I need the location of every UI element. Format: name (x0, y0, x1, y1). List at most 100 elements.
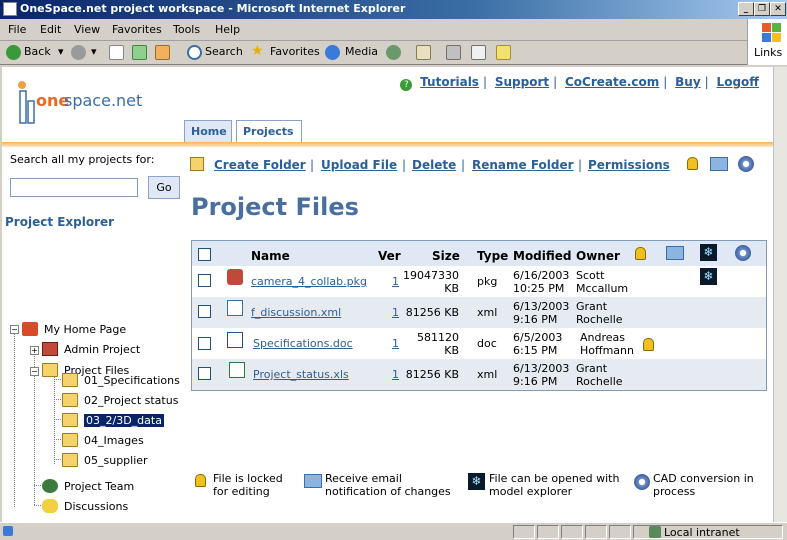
refresh-icon[interactable] (132, 45, 147, 60)
minimize-button[interactable]: _ (738, 2, 754, 16)
ie-icon (3, 2, 17, 16)
folder-icon (62, 453, 78, 467)
locked-file-icon[interactable] (643, 338, 654, 351)
file-name-link[interactable]: camera_4_collab.pkg (251, 275, 367, 288)
search-button[interactable]: Search (205, 45, 243, 58)
legend-locked: File is locked for editing (213, 472, 283, 498)
go-button[interactable]: Go (148, 176, 180, 199)
lock-icon[interactable] (687, 157, 698, 170)
folder-icon (62, 373, 78, 387)
file-name-link[interactable]: f_discussion.xml (251, 306, 341, 319)
col-lock-icon (635, 247, 646, 260)
link-support[interactable]: Support (495, 75, 549, 89)
logo-brand-rest: space.net (64, 91, 143, 110)
col-modified[interactable]: Modified (513, 249, 572, 263)
row-checkbox[interactable] (198, 367, 211, 380)
page-title: Project Files (191, 193, 359, 221)
tab-projects[interactable]: Projects (236, 120, 302, 142)
page-viewport: one space.net ? Tutorials | Support | CoCr… (2, 67, 773, 522)
expander-my-home[interactable]: − (10, 325, 19, 334)
search-icon[interactable] (187, 45, 202, 60)
file-name-link[interactable]: Specifications.doc (253, 337, 353, 350)
table-row: f_discussion.xml 1 81256 KB xml 6/13/200… (192, 297, 766, 328)
intranet-zone-icon (649, 526, 661, 538)
forward-arrow-icon[interactable] (71, 45, 86, 60)
row-checkbox[interactable] (198, 337, 211, 350)
browser-toolbar: Back ▾ ▾ Search ★ Favorites Media (0, 41, 747, 65)
home-icon[interactable] (155, 45, 170, 60)
search-label: Search all my projects for: (10, 153, 155, 166)
menu-favorites[interactable]: Favorites (112, 23, 162, 36)
menu-bar: File Edit View Favorites Tools Help (0, 19, 787, 41)
col-ver[interactable]: Ver (378, 249, 401, 263)
version-link[interactable]: 1 (392, 306, 399, 319)
expander-admin-project[interactable]: + (30, 346, 39, 355)
version-link[interactable]: 1 (392, 368, 399, 381)
onespace-logo[interactable]: one space.net (14, 77, 154, 133)
restore-button[interactable]: ❐ (754, 2, 770, 16)
menu-file[interactable]: File (8, 23, 26, 36)
top-nav-links: ? Tutorials | Support | CoCreate.com | Buy |… (400, 75, 759, 91)
version-link[interactable]: 1 (392, 337, 399, 350)
menu-tools[interactable]: Tools (173, 23, 200, 36)
house-icon (22, 322, 38, 336)
legend-lock-icon (195, 474, 206, 487)
create-folder-link[interactable]: Create Folder (214, 158, 306, 172)
col-name[interactable]: Name (251, 249, 290, 263)
forward-dropdown-icon[interactable]: ▾ (91, 45, 97, 58)
row-checkbox[interactable] (198, 274, 211, 287)
link-cocreate[interactable]: CoCreate.com (565, 75, 659, 89)
link-logoff[interactable]: Logoff (717, 75, 759, 89)
project-icon (42, 342, 58, 356)
permissions-link[interactable]: Permissions (588, 158, 670, 172)
file-name-link[interactable]: Project_status.xls (253, 368, 349, 381)
media-icon[interactable] (325, 45, 340, 60)
discuss-icon[interactable] (496, 45, 511, 60)
window-title: OneSpace.net project workspace - Microso… (20, 2, 406, 15)
notify-mail-icon[interactable] (710, 157, 728, 171)
table-row: Project_status.xls 1 81256 KB xml 6/13/2… (192, 359, 766, 390)
discussion-icon (42, 499, 58, 513)
table-row: Specifications.doc 1 581120 KB doc 6/5/2… (192, 328, 766, 359)
version-link[interactable]: 1 (392, 275, 399, 288)
favorites-button[interactable]: Favorites (270, 45, 320, 58)
expander-project-files[interactable]: − (30, 367, 39, 376)
mail-icon[interactable] (416, 45, 431, 60)
delete-link[interactable]: Delete (412, 158, 456, 172)
cad-gear-icon[interactable] (738, 156, 754, 172)
vertical-scrollbar[interactable] (773, 67, 787, 522)
search-input[interactable] (10, 178, 138, 197)
link-tutorials[interactable]: Tutorials (420, 75, 479, 89)
table-row: camera_4_collab.pkg 1 19047330 KB pkg 6/… (192, 266, 766, 297)
folder-up-icon[interactable] (190, 157, 204, 171)
window-titlebar: OneSpace.net project workspace - Microso… (0, 0, 787, 19)
menu-view[interactable]: View (74, 23, 100, 36)
rename-folder-link[interactable]: Rename Folder (472, 158, 574, 172)
legend-model-explorer-icon: ❄ (468, 473, 485, 490)
links-toolbar[interactable]: Links (747, 41, 787, 65)
folder-icon (62, 433, 78, 447)
upload-file-link[interactable]: Upload File (321, 158, 397, 172)
back-dropdown-icon[interactable]: ▾ (58, 45, 64, 58)
edit-icon[interactable] (471, 45, 486, 60)
status-bar: Local intranet (0, 522, 787, 540)
col-size[interactable]: Size (432, 249, 460, 263)
tab-home[interactable]: Home (184, 120, 232, 142)
history-icon[interactable] (386, 45, 401, 60)
link-buy[interactable]: Buy (675, 75, 701, 89)
menu-help[interactable]: Help (215, 23, 240, 36)
row-checkbox[interactable] (198, 305, 211, 318)
select-all-checkbox[interactable] (198, 248, 211, 261)
col-owner[interactable]: Owner (576, 249, 620, 263)
back-button[interactable]: Back (24, 45, 51, 58)
stop-icon[interactable] (109, 45, 124, 60)
favorites-star-icon[interactable]: ★ (251, 43, 264, 59)
model-explorer-icon[interactable]: ❄ (700, 268, 717, 285)
print-icon[interactable] (446, 45, 461, 60)
media-button[interactable]: Media (345, 45, 378, 58)
col-type[interactable]: Type (477, 249, 508, 263)
page-done-icon (3, 526, 13, 536)
menu-edit[interactable]: Edit (40, 23, 61, 36)
back-arrow-icon[interactable] (6, 45, 21, 60)
close-button[interactable]: ✕ (770, 2, 786, 16)
